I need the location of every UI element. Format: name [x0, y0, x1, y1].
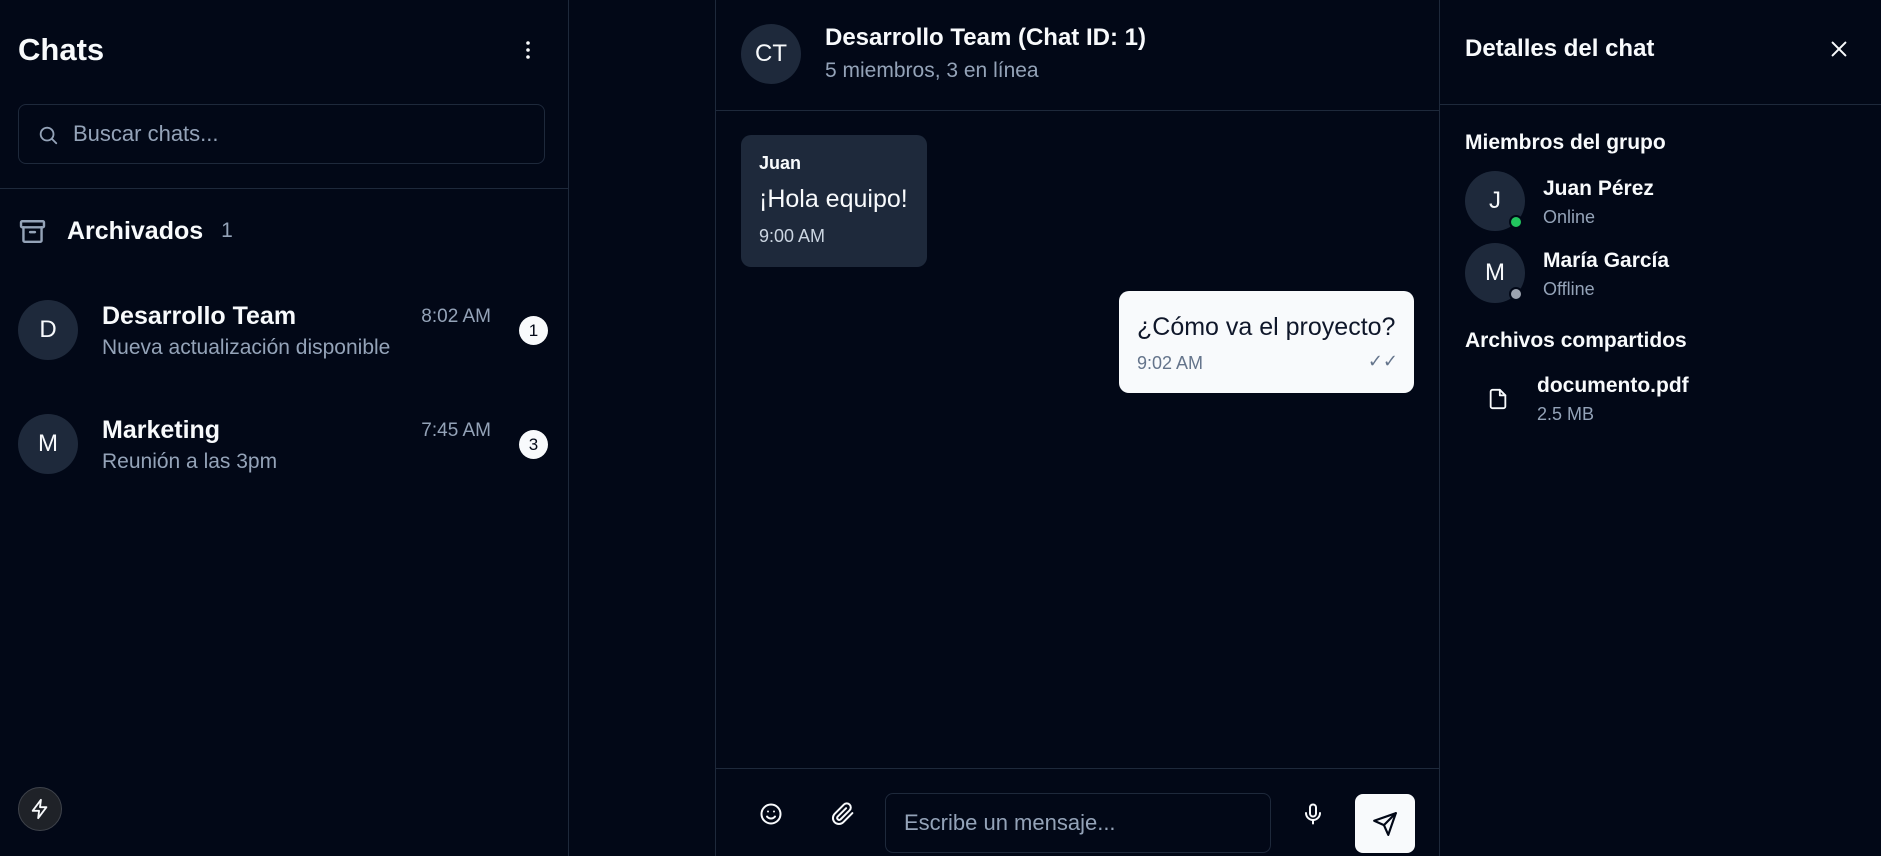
chat-avatar[interactable]: CT [741, 24, 801, 84]
chat-details-panel: Detalles del chat Miembros del grupo J J… [1440, 0, 1881, 856]
emoji-button[interactable] [751, 794, 791, 834]
message-time: 9:00 AM [759, 226, 826, 246]
avatar: M [18, 414, 78, 474]
search-box [18, 104, 545, 164]
lightning-bolt-icon [31, 798, 48, 820]
message-input[interactable] [885, 793, 1271, 853]
archived-row[interactable]: Archivados 1 [18, 214, 548, 248]
message-text: ¿Cómo va el proyecto? [1137, 313, 1396, 341]
chat-header: CT Desarrollo Team (Chat ID: 1) 5 miembr… [716, 0, 1439, 111]
message-text: ¡Hola equipo! [759, 185, 908, 213]
avatar: D [18, 300, 78, 360]
chat-subtitle: 5 miembros, 3 en línea [825, 59, 1039, 82]
chat-list-item[interactable]: M Marketing 7:45 AM Reunión a las 3pm 3 [18, 414, 548, 494]
member-name: Juan Pérez [1543, 177, 1654, 200]
read-receipt-icon: ✓✓ [1367, 351, 1398, 371]
details-title: Detalles del chat [1465, 35, 1655, 62]
details-header: Detalles del chat [1440, 0, 1881, 105]
message-sender: Juan [759, 153, 802, 173]
files-section-title: Archivos compartidos [1465, 329, 1687, 352]
microphone-icon [1305, 803, 1321, 825]
offline-status-indicator [1509, 287, 1523, 301]
close-details-button[interactable] [1822, 32, 1856, 66]
smile-icon [760, 803, 782, 825]
chat-name: Marketing [102, 416, 221, 444]
archive-icon [19, 219, 46, 243]
chat-window: CT Desarrollo Team (Chat ID: 1) 5 miembr… [716, 0, 1440, 856]
chat-title: Desarrollo Team (Chat ID: 1) [825, 24, 1146, 51]
message-time: 9:02 AM [1137, 353, 1204, 373]
outgoing-message: ¿Cómo va el proyecto? 9:02 AM ✓✓ [1119, 291, 1414, 393]
unread-badge: 1 [519, 316, 548, 345]
member-item[interactable]: M María García Offline [1465, 243, 1865, 307]
paperclip-icon [832, 802, 854, 825]
shared-file-item[interactable]: documento.pdf 2.5 MB [1465, 372, 1865, 428]
search-input[interactable] [73, 105, 533, 163]
member-status: Online [1543, 207, 1596, 227]
member-status: Offline [1543, 279, 1595, 299]
more-options-button[interactable] [508, 30, 548, 70]
file-size: 2.5 MB [1537, 404, 1595, 424]
voice-record-button[interactable] [1293, 794, 1333, 834]
chat-preview: Reunión a las 3pm [102, 450, 278, 473]
search-icon [39, 126, 58, 145]
close-icon [1831, 41, 1847, 57]
message-composer [716, 768, 1439, 856]
more-vertical-icon [526, 41, 530, 59]
incoming-message: Juan ¡Hola equipo! 9:00 AM [741, 135, 927, 267]
member-name: María García [1543, 249, 1670, 272]
chat-preview: Nueva actualización disponible [102, 336, 391, 359]
members-section-title: Miembros del grupo [1465, 131, 1666, 154]
spacer-column [569, 0, 716, 856]
chat-name: Desarrollo Team [102, 302, 297, 330]
archived-label: Archivados [67, 216, 204, 245]
archived-count: 1 [221, 219, 233, 242]
member-item[interactable]: J Juan Pérez Online [1465, 171, 1865, 235]
chat-time: 7:45 AM [421, 420, 491, 441]
online-status-indicator [1509, 215, 1523, 229]
send-button[interactable] [1355, 794, 1415, 853]
unread-badge: 3 [519, 430, 548, 459]
chat-app: Chats Archivados [0, 0, 1881, 856]
chat-time: 8:02 AM [421, 306, 491, 327]
sidebar-divider [0, 188, 568, 189]
chat-list-item[interactable]: D Desarrollo Team 8:02 AM Nueva actualiz… [18, 300, 548, 380]
chat-sidebar: Chats Archivados [0, 0, 569, 856]
attach-button[interactable] [823, 794, 863, 834]
file-icon [1489, 388, 1507, 410]
quick-action-button[interactable] [18, 787, 62, 831]
send-icon [1373, 811, 1397, 836]
sidebar-title: Chats [18, 32, 105, 67]
file-name: documento.pdf [1537, 374, 1689, 397]
sidebar-header: Chats [18, 30, 548, 70]
